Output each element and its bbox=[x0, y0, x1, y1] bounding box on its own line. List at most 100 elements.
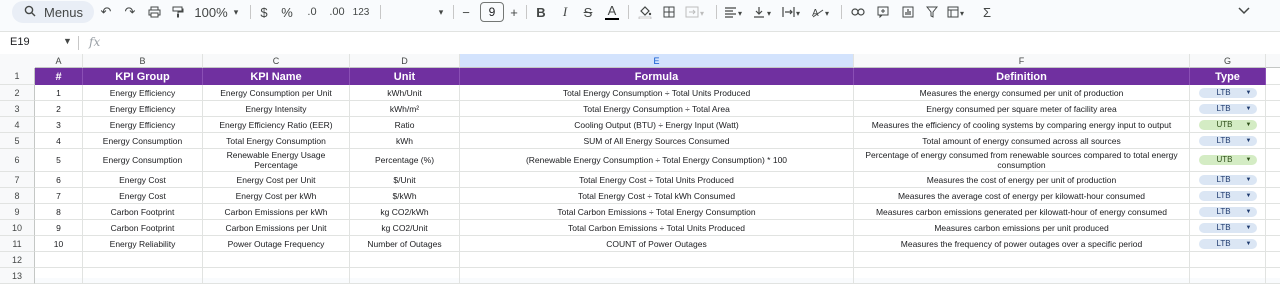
empty-cell[interactable] bbox=[203, 268, 350, 284]
increase-font-size-button[interactable]: + bbox=[507, 2, 521, 22]
grid-cell[interactable] bbox=[1266, 188, 1280, 204]
filter-views-icon[interactable]: ▾ bbox=[946, 2, 968, 22]
table-cell-col-a[interactable]: 8 bbox=[35, 204, 83, 220]
percent-format-button[interactable]: % bbox=[280, 2, 294, 22]
table-cell-col-c[interactable]: Carbon Emissions per Unit bbox=[203, 220, 350, 236]
type-cell[interactable]: LTB ▼ bbox=[1190, 220, 1266, 236]
table-cell-col-e[interactable]: Cooling Output (BTU) ÷ Energy Input (Wat… bbox=[460, 117, 854, 133]
row-header[interactable]: 13 bbox=[0, 268, 35, 284]
grid-cell[interactable] bbox=[1266, 172, 1280, 188]
italic-button[interactable]: I bbox=[559, 2, 571, 22]
table-cell-col-a[interactable]: 1 bbox=[35, 85, 83, 101]
column-header-f[interactable]: F bbox=[854, 54, 1190, 68]
grid-cell[interactable] bbox=[1266, 101, 1280, 117]
insert-comment-icon[interactable] bbox=[875, 2, 891, 22]
chip-dropdown-icon[interactable]: ▼ bbox=[1246, 223, 1252, 233]
grid-cell[interactable] bbox=[1266, 68, 1280, 85]
grid-cell[interactable] bbox=[1266, 252, 1280, 268]
chip-dropdown-icon[interactable]: ▼ bbox=[1246, 136, 1252, 146]
row-header[interactable]: 6 bbox=[0, 149, 35, 172]
column-header-d[interactable]: D bbox=[350, 54, 460, 68]
table-cell-col-f[interactable]: Energy consumed per square meter of faci… bbox=[854, 101, 1190, 117]
chip-dropdown-icon[interactable]: ▼ bbox=[1246, 104, 1252, 114]
type-cell[interactable]: LTB ▼ bbox=[1190, 85, 1266, 101]
grid-cell[interactable] bbox=[1266, 204, 1280, 220]
strikethrough-button[interactable]: S bbox=[582, 2, 594, 22]
chip-dropdown-icon[interactable]: ▼ bbox=[1246, 175, 1252, 185]
header-cell-col-a[interactable]: # bbox=[35, 68, 83, 85]
column-header-c[interactable]: C bbox=[203, 54, 350, 68]
borders-icon[interactable] bbox=[661, 2, 677, 22]
type-cell[interactable]: LTB ▼ bbox=[1190, 101, 1266, 117]
type-cell[interactable]: UTB ▼ bbox=[1190, 117, 1266, 133]
row-header[interactable]: 3 bbox=[0, 101, 35, 117]
table-cell-col-c[interactable]: Energy Cost per kWh bbox=[203, 188, 350, 204]
table-cell-col-a[interactable]: 2 bbox=[35, 101, 83, 117]
table-cell-col-d[interactable]: Number of Outages bbox=[350, 236, 460, 252]
insert-chart-icon[interactable] bbox=[900, 2, 916, 22]
empty-cell[interactable] bbox=[350, 252, 460, 268]
table-cell-col-c[interactable]: Energy Cost per Unit bbox=[203, 172, 350, 188]
table-cell-col-d[interactable]: Percentage (%) bbox=[350, 149, 460, 172]
table-cell-col-f[interactable]: Measures the frequency of power outages … bbox=[854, 236, 1190, 252]
table-cell-col-d[interactable]: Ratio bbox=[350, 117, 460, 133]
table-cell-col-e[interactable]: SUM of All Energy Sources Consumed bbox=[460, 133, 854, 149]
grid-cell[interactable] bbox=[1266, 117, 1280, 133]
header-cell-col-b[interactable]: KPI Group bbox=[83, 68, 203, 85]
table-cell-col-c[interactable]: Energy Consumption per Unit bbox=[203, 85, 350, 101]
table-cell-col-d[interactable]: $/kWh bbox=[350, 188, 460, 204]
empty-cell[interactable] bbox=[203, 252, 350, 268]
row-header[interactable]: 2 bbox=[0, 85, 35, 101]
table-cell-col-b[interactable]: Energy Efficiency bbox=[83, 117, 203, 133]
empty-cell[interactable] bbox=[1190, 252, 1266, 268]
table-cell-col-b[interactable]: Carbon Footprint bbox=[83, 220, 203, 236]
table-cell-col-f[interactable]: Measures carbon emissions generated per … bbox=[854, 204, 1190, 220]
text-rotation-icon[interactable]: A ▾ bbox=[810, 2, 834, 22]
column-header-a[interactable]: A bbox=[35, 54, 83, 68]
chip-dropdown-icon[interactable]: ▼ bbox=[1246, 207, 1252, 217]
table-cell-col-c[interactable]: Power Outage Frequency bbox=[203, 236, 350, 252]
merge-cells-icon[interactable]: ▾ bbox=[684, 2, 708, 22]
bold-button[interactable]: B bbox=[535, 2, 547, 22]
table-cell-col-a[interactable]: 9 bbox=[35, 220, 83, 236]
row-header[interactable]: 11 bbox=[0, 236, 35, 252]
text-wrapping-icon[interactable]: ▾ bbox=[781, 2, 805, 22]
empty-cell[interactable] bbox=[83, 268, 203, 284]
header-cell-col-c[interactable]: KPI Name bbox=[203, 68, 350, 85]
header-cell-col-e[interactable]: Formula bbox=[460, 68, 854, 85]
type-chip[interactable]: LTB ▼ bbox=[1198, 135, 1257, 146]
empty-cell[interactable] bbox=[854, 268, 1190, 284]
table-cell-col-c[interactable]: Energy Efficiency Ratio (EER) bbox=[203, 117, 350, 133]
table-cell-col-f[interactable]: Measures carbon emissions per unit produ… bbox=[854, 220, 1190, 236]
header-cell-col-f[interactable]: Definition bbox=[854, 68, 1190, 85]
formula-input[interactable] bbox=[110, 35, 1260, 51]
filter-icon[interactable] bbox=[924, 2, 940, 22]
table-cell-col-a[interactable]: 5 bbox=[35, 149, 83, 172]
grid-cell[interactable] bbox=[1266, 268, 1280, 284]
empty-cell[interactable] bbox=[854, 252, 1190, 268]
row-header[interactable]: 1 bbox=[0, 68, 35, 85]
table-cell-col-f[interactable]: Percentage of energy consumed from renew… bbox=[854, 149, 1190, 172]
type-chip[interactable]: LTB ▼ bbox=[1198, 238, 1257, 249]
table-cell-col-b[interactable]: Energy Consumption bbox=[83, 149, 203, 172]
table-cell-col-f[interactable]: Measures the average cost of energy per … bbox=[854, 188, 1190, 204]
table-cell-col-e[interactable]: Total Energy Cost ÷ Total kWh Consumed bbox=[460, 188, 854, 204]
table-cell-col-f[interactable]: Measures the cost of energy per unit of … bbox=[854, 172, 1190, 188]
font-family-dropdown-icon[interactable]: ▾ bbox=[436, 2, 446, 22]
type-chip[interactable]: UTB ▼ bbox=[1198, 155, 1257, 165]
table-cell-col-b[interactable]: Carbon Footprint bbox=[83, 204, 203, 220]
chip-dropdown-icon[interactable]: ▼ bbox=[1246, 191, 1252, 201]
table-cell-col-d[interactable]: $/Unit bbox=[350, 172, 460, 188]
table-cell-col-e[interactable]: COUNT of Power Outages bbox=[460, 236, 854, 252]
empty-cell[interactable] bbox=[83, 252, 203, 268]
row-header[interactable]: 10 bbox=[0, 220, 35, 236]
empty-cell[interactable] bbox=[1190, 268, 1266, 284]
vertical-align-icon[interactable]: ▾ bbox=[752, 2, 776, 22]
table-cell-col-b[interactable]: Energy Cost bbox=[83, 188, 203, 204]
undo-icon[interactable]: ↶ bbox=[98, 2, 114, 22]
empty-cell[interactable] bbox=[350, 268, 460, 284]
table-cell-col-d[interactable]: kWh/m² bbox=[350, 101, 460, 117]
type-chip[interactable]: LTB ▼ bbox=[1198, 222, 1257, 233]
decrease-decimal-button[interactable]: .0 bbox=[302, 2, 322, 22]
table-cell-col-b[interactable]: Energy Cost bbox=[83, 172, 203, 188]
